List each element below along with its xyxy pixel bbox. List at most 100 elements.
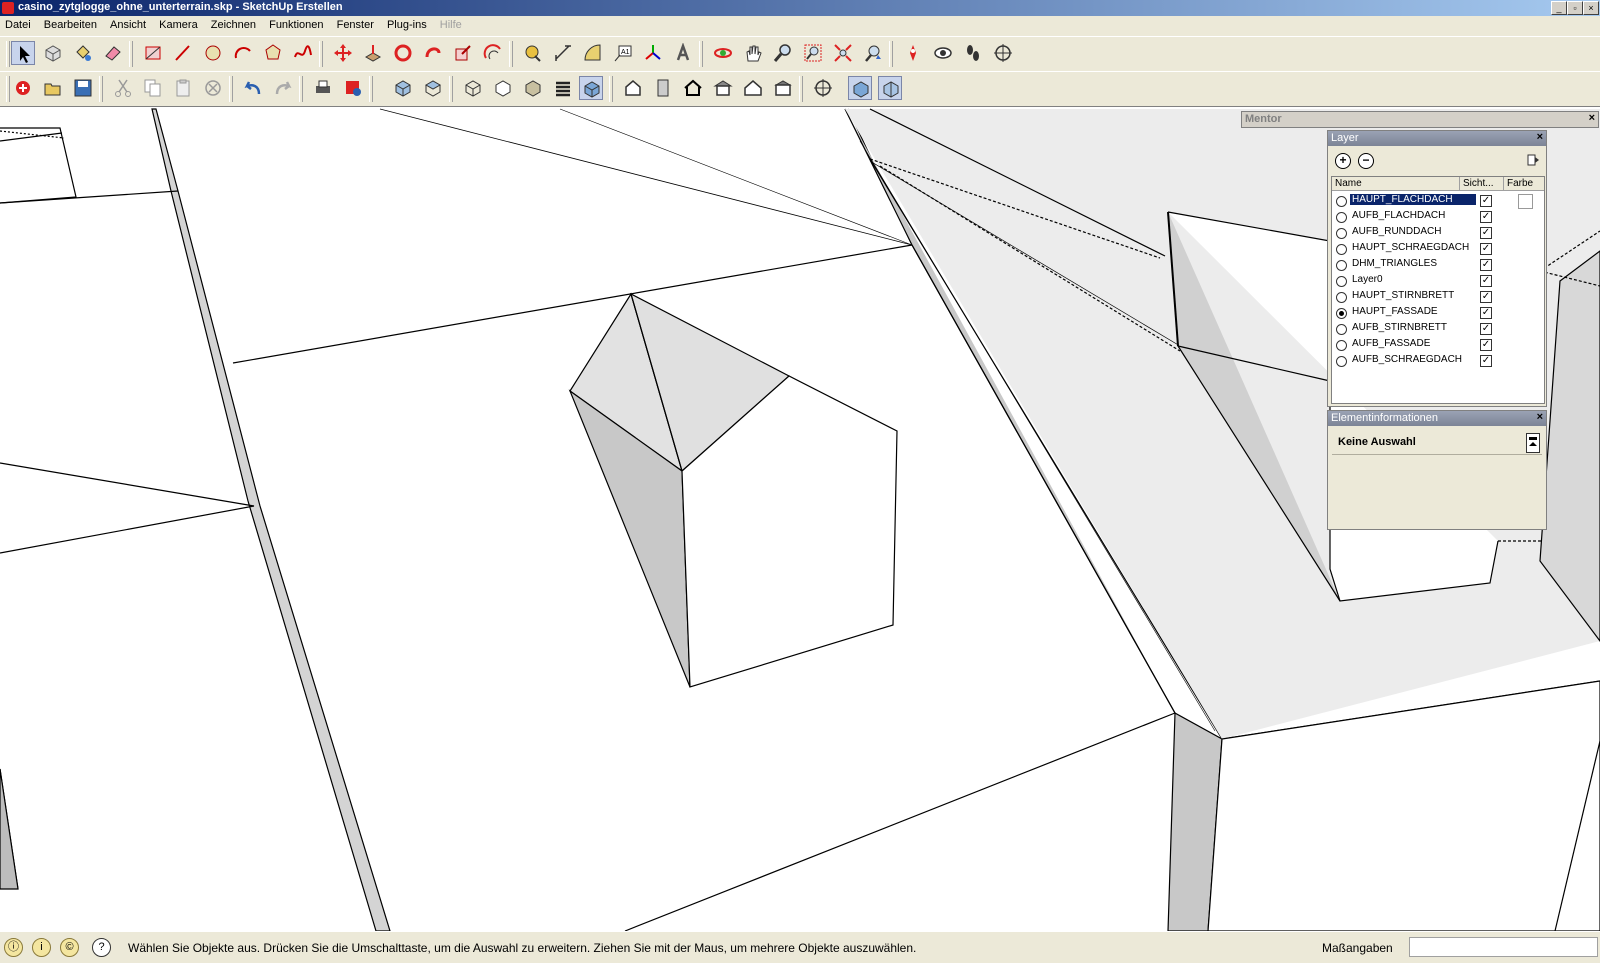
- geolocation-icon[interactable]: ⓘ: [4, 938, 23, 957]
- house-front-icon[interactable]: [711, 76, 735, 100]
- menu-zeichnen[interactable]: Zeichnen: [206, 17, 261, 33]
- column-header-color[interactable]: Farbe: [1504, 177, 1544, 191]
- follow-me-icon[interactable]: [421, 41, 445, 65]
- active-layer-radio[interactable]: [1336, 292, 1347, 303]
- arc-tool-icon[interactable]: [231, 41, 255, 65]
- shaded-style-icon[interactable]: [551, 76, 575, 100]
- eraser-icon[interactable]: [101, 41, 125, 65]
- layer-row[interactable]: HAUPT_STIRNBRETT ✓: [1332, 289, 1544, 305]
- menu-kamera[interactable]: Kamera: [154, 17, 203, 33]
- menu-ansicht[interactable]: Ansicht: [105, 17, 151, 33]
- dimension-tool-icon[interactable]: [551, 41, 575, 65]
- shaded-textures-style-icon[interactable]: [579, 76, 603, 100]
- entity-info-close-icon[interactable]: ×: [1537, 411, 1543, 423]
- active-layer-radio[interactable]: [1336, 356, 1347, 367]
- print-icon[interactable]: [311, 76, 335, 100]
- 3d-text-icon[interactable]: [671, 41, 695, 65]
- menu-fenster[interactable]: Fenster: [332, 17, 379, 33]
- layer-name[interactable]: AUFB_FLACHDACH: [1350, 210, 1447, 221]
- menu-funktionen[interactable]: Funktionen: [264, 17, 328, 33]
- collapse-toggle-icon[interactable]: [1526, 433, 1540, 453]
- redo-icon[interactable]: [271, 76, 295, 100]
- rectangle-tool-icon[interactable]: [141, 41, 165, 65]
- top-view-icon[interactable]: [421, 76, 445, 100]
- layer-name[interactable]: AUFB_RUNDDACH: [1350, 226, 1443, 237]
- toolbar-grip[interactable]: [319, 41, 323, 67]
- toolbar-grip[interactable]: [369, 76, 373, 102]
- paint-bucket-icon[interactable]: [71, 41, 95, 65]
- push-pull-icon[interactable]: [361, 41, 385, 65]
- active-layer-radio[interactable]: [1336, 340, 1347, 351]
- toolbar-grip[interactable]: [609, 76, 613, 102]
- previous-view-icon[interactable]: [861, 41, 885, 65]
- scale-tool-icon[interactable]: [451, 41, 475, 65]
- toolbar-grip[interactable]: [299, 76, 303, 102]
- tape-measure-icon[interactable]: [521, 41, 545, 65]
- visibility-checkbox[interactable]: ✓: [1480, 275, 1492, 287]
- copy-icon[interactable]: [141, 76, 165, 100]
- menu-bearbeiten[interactable]: Bearbeiten: [39, 17, 102, 33]
- position-camera-icon[interactable]: [901, 41, 925, 65]
- copyright-icon[interactable]: ©: [60, 938, 79, 957]
- active-layer-radio[interactable]: [1336, 212, 1347, 223]
- paste-icon[interactable]: [171, 76, 195, 100]
- toolbar-grip[interactable]: [449, 76, 453, 102]
- visibility-checkbox[interactable]: ✓: [1480, 227, 1492, 239]
- help-icon[interactable]: ?: [92, 938, 111, 957]
- toolbar-grip[interactable]: [229, 76, 233, 102]
- layer-row[interactable]: HAUPT_SCHRAEGDACH ✓: [1332, 241, 1544, 257]
- zoom-tool-icon[interactable]: [771, 41, 795, 65]
- layer-row[interactable]: AUFB_SCHRAEGDACH ✓: [1332, 353, 1544, 369]
- house-side-icon[interactable]: [741, 76, 765, 100]
- layer-details-icon[interactable]: [1527, 153, 1539, 167]
- pan-tool-icon[interactable]: [741, 41, 765, 65]
- layer-name[interactable]: HAUPT_STIRNBRETT: [1350, 290, 1456, 301]
- visibility-checkbox[interactable]: ✓: [1480, 211, 1492, 223]
- section-display-icon[interactable]: [811, 76, 835, 100]
- layer-name[interactable]: AUFB_SCHRAEGDACH: [1350, 354, 1464, 365]
- line-tool-icon[interactable]: [171, 41, 195, 65]
- circle-tool-icon[interactable]: [201, 41, 225, 65]
- visibility-checkbox[interactable]: ✓: [1480, 195, 1492, 207]
- restore-button[interactable]: ▫: [1567, 1, 1583, 15]
- section-plane-icon[interactable]: [991, 41, 1015, 65]
- section-fill-icon[interactable]: [848, 76, 872, 100]
- layer-row[interactable]: HAUPT_FASSADE ✓: [1332, 305, 1544, 321]
- mentor-close-icon[interactable]: ×: [1589, 112, 1595, 124]
- toolbar-grip[interactable]: [799, 76, 803, 102]
- add-layer-icon[interactable]: +: [1335, 153, 1351, 169]
- orbit-tool-icon[interactable]: [711, 41, 735, 65]
- visibility-checkbox[interactable]: ✓: [1480, 291, 1492, 303]
- minimize-button[interactable]: _: [1551, 1, 1567, 15]
- select-tool-icon[interactable]: [11, 41, 35, 65]
- undo-icon[interactable]: [241, 76, 265, 100]
- layer-color-swatch[interactable]: [1518, 194, 1533, 209]
- wireframe-style-icon[interactable]: [491, 76, 515, 100]
- visibility-checkbox[interactable]: ✓: [1480, 323, 1492, 335]
- zoom-extents-icon[interactable]: [831, 41, 855, 65]
- active-layer-radio[interactable]: [1336, 260, 1347, 271]
- close-button[interactable]: ×: [1583, 1, 1599, 15]
- offset-tool-icon[interactable]: [481, 41, 505, 65]
- layer-row[interactable]: DHM_TRIANGLES ✓: [1332, 257, 1544, 273]
- move-tool-icon[interactable]: [331, 41, 355, 65]
- layer-panel-close-icon[interactable]: ×: [1537, 131, 1543, 143]
- toolbar-grip[interactable]: [889, 41, 893, 67]
- toolbar-grip[interactable]: [99, 76, 103, 102]
- protractor-icon[interactable]: [581, 41, 605, 65]
- layer-name[interactable]: HAUPT_SCHRAEGDACH: [1350, 242, 1471, 253]
- visibility-checkbox[interactable]: ✓: [1480, 339, 1492, 351]
- layer-row[interactable]: Layer0 ✓: [1332, 273, 1544, 289]
- visibility-checkbox[interactable]: ✓: [1480, 355, 1492, 367]
- toolbar-grip[interactable]: [6, 76, 10, 102]
- toolbar-grip[interactable]: [6, 41, 10, 67]
- warehouse-icon[interactable]: [621, 76, 645, 100]
- open-file-icon[interactable]: [41, 76, 65, 100]
- layer-row[interactable]: AUFB_FLACHDACH ✓: [1332, 209, 1544, 225]
- entity-info-header[interactable]: Elementinformationen ×: [1328, 411, 1546, 426]
- door-icon[interactable]: [651, 76, 675, 100]
- house-back-icon[interactable]: [771, 76, 795, 100]
- layer-name[interactable]: Layer0: [1350, 274, 1385, 285]
- text-tool-icon[interactable]: A1: [611, 41, 635, 65]
- layer-row[interactable]: AUFB_STIRNBRETT ✓: [1332, 321, 1544, 337]
